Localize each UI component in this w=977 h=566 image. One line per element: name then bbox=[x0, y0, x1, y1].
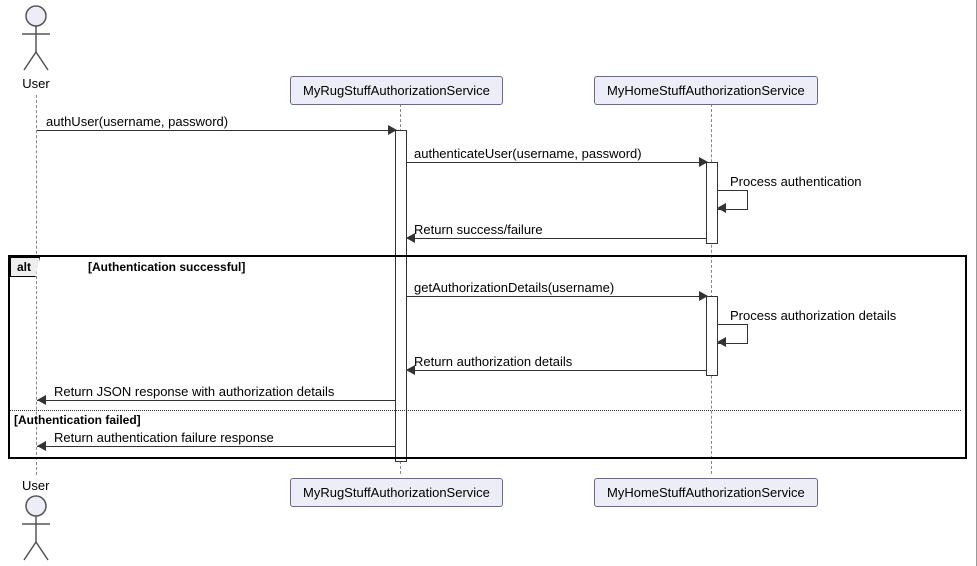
participant-rug-bottom: MyRugStuffAuthorizationService bbox=[290, 478, 503, 507]
msg-return-sf-label: Return success/failure bbox=[414, 222, 543, 237]
actor-user-bottom bbox=[16, 494, 56, 564]
alt-guard-failed: [Authentication failed] bbox=[14, 413, 141, 427]
participant-home-bottom: MyHomeStuffAuthorizationService bbox=[594, 478, 818, 507]
alt-guard-success: [Authentication successful] bbox=[88, 260, 245, 274]
msg-return-authz-arrow bbox=[406, 370, 706, 371]
arrow-head-icon bbox=[388, 125, 397, 135]
participant-rug-top: MyRugStuffAuthorizationService bbox=[290, 76, 503, 105]
msg-getauth-label: getAuthorizationDetails(username) bbox=[414, 280, 614, 295]
alt-divider bbox=[10, 410, 961, 411]
participant-home-top: MyHomeStuffAuthorizationService bbox=[594, 76, 818, 105]
alt-operator-label: alt bbox=[10, 257, 40, 277]
person-icon bbox=[16, 4, 56, 74]
msg-return-fail-arrow bbox=[37, 446, 395, 447]
msg-authuser-arrow bbox=[37, 130, 395, 131]
arrow-head-icon bbox=[406, 233, 415, 243]
msg-return-json-arrow bbox=[37, 400, 395, 401]
arrow-head-icon bbox=[717, 203, 726, 213]
arrow-head-icon bbox=[37, 441, 46, 451]
actor-user-top: User bbox=[16, 4, 56, 91]
msg-authuser-label: authUser(username, password) bbox=[46, 114, 228, 129]
msg-authenticateuser-arrow bbox=[406, 162, 706, 163]
arrow-head-icon bbox=[699, 291, 708, 301]
msg-process-authz-label: Process authorization details bbox=[730, 308, 896, 323]
arrow-head-icon bbox=[37, 395, 46, 405]
arrow-head-icon bbox=[717, 337, 726, 347]
msg-return-authz-label: Return authorization details bbox=[414, 354, 572, 369]
msg-return-fail-label: Return authentication failure response bbox=[54, 430, 274, 445]
msg-return-json-label: Return JSON response with authorization … bbox=[54, 384, 334, 399]
msg-return-sf-arrow bbox=[406, 238, 706, 239]
actor-user-bottom-label: User bbox=[22, 478, 49, 493]
msg-authenticateuser-label: authenticateUser(username, password) bbox=[414, 146, 642, 161]
arrow-head-icon bbox=[699, 157, 708, 167]
person-icon bbox=[16, 494, 56, 564]
sequence-diagram: User MyRugStuffAuthorizationService MyHo… bbox=[0, 0, 977, 566]
msg-process-auth-label: Process authentication bbox=[730, 174, 862, 189]
actor-user-top-label: User bbox=[16, 76, 56, 91]
msg-getauth-arrow bbox=[406, 296, 706, 297]
arrow-head-icon bbox=[406, 365, 415, 375]
